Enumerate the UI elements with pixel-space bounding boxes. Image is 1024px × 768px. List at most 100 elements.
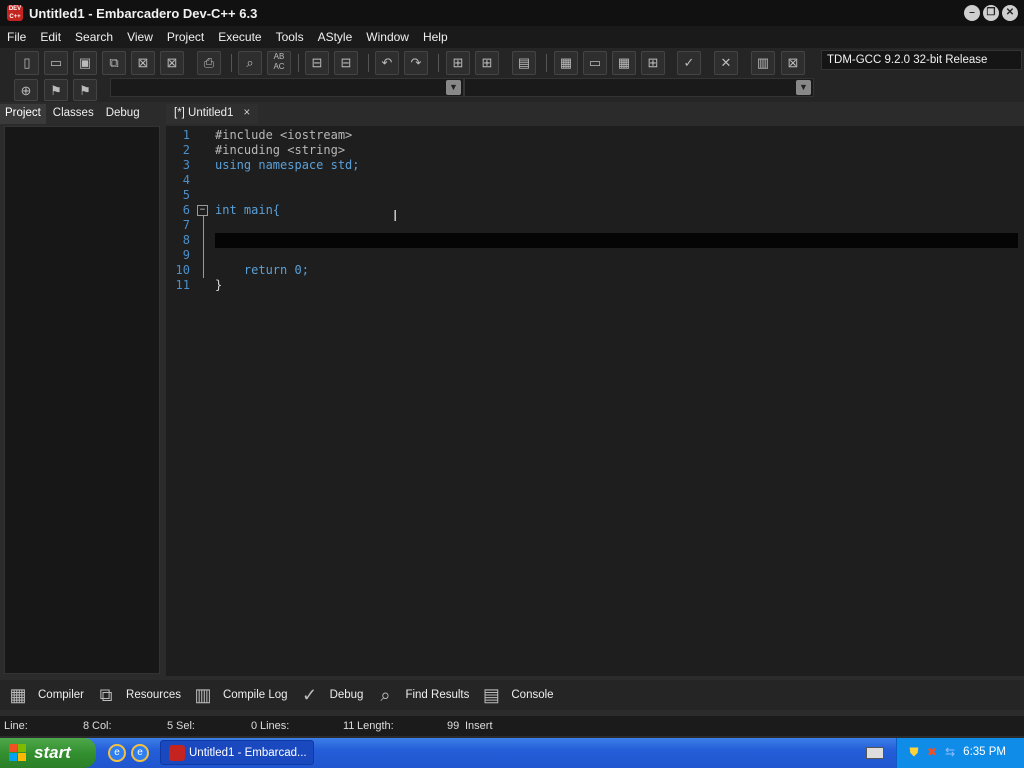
- tab-console[interactable]: ▤ Console: [479, 683, 554, 707]
- close-tab-icon[interactable]: ×: [243, 107, 250, 119]
- network-icon[interactable]: ⇆: [943, 745, 957, 759]
- comment-icon[interactable]: ▤: [512, 51, 536, 75]
- code-line: 11}: [166, 278, 1018, 293]
- menu-project[interactable]: Project: [160, 30, 211, 44]
- tab-compile-log[interactable]: ▥ Compile Log: [191, 683, 288, 707]
- find-icon[interactable]: ⌕: [238, 51, 262, 75]
- chart-icon: ▥: [194, 685, 212, 705]
- menu-execute[interactable]: Execute: [211, 30, 268, 44]
- taskbar-devcpp-button[interactable]: Untitled1 - Embarcad...: [160, 740, 314, 765]
- chevron-down-icon[interactable]: ▼: [796, 80, 811, 95]
- security-shield-icon[interactable]: ⛊: [907, 745, 921, 759]
- open-folder-icon[interactable]: ▭: [44, 51, 68, 75]
- unindent-icon[interactable]: ⊟: [334, 51, 358, 75]
- goto-bookmark-icon[interactable]: ⚑: [73, 79, 97, 101]
- close-button[interactable]: ✕: [1002, 5, 1018, 21]
- browser-icon[interactable]: e: [131, 744, 149, 762]
- tab-label: Resources: [126, 689, 181, 701]
- compile-run-icon[interactable]: ▦: [612, 51, 636, 75]
- replace-icon[interactable]: AB AC: [267, 51, 291, 75]
- save-icon[interactable]: ▣: [73, 51, 97, 75]
- tab-classes[interactable]: Classes: [48, 104, 99, 124]
- tab-debug[interactable]: Debug: [101, 104, 145, 124]
- menu-astyle[interactable]: AStyle: [311, 30, 360, 44]
- run-icon[interactable]: ▭: [583, 51, 607, 75]
- code-line: 7: [166, 218, 1018, 233]
- system-tray: ⛊ ✖ ⇆ 6:35 PM: [896, 738, 1024, 768]
- status-insert-mode: Insert: [465, 720, 493, 732]
- project-panel[interactable]: [4, 126, 160, 674]
- fold-collapse-icon[interactable]: −: [197, 205, 208, 216]
- start-label: start: [34, 743, 71, 762]
- title-bar: DEV C++ Untitled1 - Embarcadero Dev-C++ 6…: [0, 0, 1024, 26]
- close-all-icon[interactable]: ⊠: [160, 51, 184, 75]
- menu-edit[interactable]: Edit: [33, 30, 68, 44]
- status-line-value: 8: [83, 720, 90, 732]
- clean-icon[interactable]: ✕: [714, 51, 738, 75]
- add-to-project-icon[interactable]: ⊞: [475, 51, 499, 75]
- menu-view[interactable]: View: [120, 30, 160, 44]
- start-button[interactable]: start: [0, 738, 96, 768]
- minimize-button[interactable]: –: [964, 5, 980, 21]
- menu-file[interactable]: File: [0, 30, 33, 44]
- bookmark-icon[interactable]: ⚑: [44, 79, 68, 101]
- code-text: #include <iostream>: [215, 128, 353, 142]
- goto-line-icon[interactable]: ⊕: [14, 79, 38, 101]
- ie-icon[interactable]: e: [108, 744, 126, 762]
- devcpp-task-icon: [169, 745, 185, 761]
- profile-icon[interactable]: ▥: [751, 51, 775, 75]
- line-number: 4: [182, 173, 190, 187]
- close-file-icon[interactable]: ⊠: [131, 51, 155, 75]
- code-line: 1 #include <iostream>: [166, 128, 1018, 143]
- tab-compiler[interactable]: ▦ Compiler: [6, 683, 84, 707]
- resources-icon: ⧉: [99, 685, 113, 705]
- chevron-down-icon[interactable]: ▼: [446, 80, 461, 95]
- class-combo[interactable]: ▼: [110, 78, 464, 97]
- tab-label: Find Results: [405, 689, 470, 701]
- status-bar: Line: 8 Col: 5 Sel: 0 Lines: 11 Length: …: [0, 716, 1024, 736]
- restore-button[interactable]: ❐: [983, 5, 999, 21]
- editor-tabs: [*] Untitled1 ×: [166, 104, 259, 124]
- tab-resources[interactable]: ⧉ Resources: [94, 683, 181, 707]
- menu-tools[interactable]: Tools: [269, 30, 311, 44]
- print-icon[interactable]: ⎙: [197, 51, 221, 75]
- compile-icon[interactable]: ▦: [554, 51, 578, 75]
- tab-label: Console: [511, 689, 554, 701]
- status-length-label: Length:: [357, 720, 394, 732]
- text-cursor-icon: I: [393, 207, 398, 225]
- undo-icon[interactable]: ↶: [375, 51, 399, 75]
- line-number: 10: [175, 263, 190, 277]
- menu-window[interactable]: Window: [359, 30, 416, 44]
- tab-project[interactable]: Project: [0, 104, 46, 124]
- status-lines-label: Lines:: [260, 720, 290, 732]
- new-project-icon[interactable]: ⊞: [446, 51, 470, 75]
- delete-profile-icon[interactable]: ⊠: [781, 51, 805, 75]
- code-line: 8: [166, 233, 1018, 248]
- menu-search[interactable]: Search: [68, 30, 120, 44]
- security-alert-icon[interactable]: ✖: [925, 745, 939, 759]
- devcpp-app-icon[interactable]: DEV C++: [7, 5, 23, 21]
- indent-icon[interactable]: ⊟: [305, 51, 329, 75]
- code-line: 6− int main{: [166, 203, 1018, 218]
- menu-bar: File Edit Search View Project Execute To…: [0, 26, 1024, 48]
- code-editor[interactable]: 1 #include <iostream> 2 #incuding <string>…: [166, 126, 1024, 676]
- menu-help[interactable]: Help: [416, 30, 455, 44]
- tab-find-results[interactable]: ⌕ Find Results: [373, 683, 469, 707]
- line-number: 9: [182, 248, 190, 262]
- toolbar-separator: [546, 54, 547, 72]
- keyboard-icon[interactable]: [866, 747, 884, 759]
- syntax-check-icon[interactable]: ✓: [677, 51, 701, 75]
- new-file-icon[interactable]: ▯: [15, 51, 39, 75]
- tab-debug-output[interactable]: ✓ Debug: [298, 683, 363, 707]
- tab-untitled1[interactable]: [*] Untitled1 ×: [166, 104, 259, 124]
- redo-icon[interactable]: ↷: [404, 51, 428, 75]
- rebuild-all-icon[interactable]: ⊞: [641, 51, 665, 75]
- console-icon: ▤: [482, 685, 500, 705]
- line-number: 11: [175, 278, 190, 292]
- function-combo[interactable]: ▼: [464, 78, 814, 97]
- line-number: 7: [182, 218, 190, 232]
- compiler-select[interactable]: TDM-GCC 9.2.0 32-bit Release: [821, 50, 1022, 70]
- save-all-icon[interactable]: ⧉: [102, 51, 126, 75]
- line-number: 8: [182, 233, 190, 247]
- tab-label: Compile Log: [222, 689, 288, 701]
